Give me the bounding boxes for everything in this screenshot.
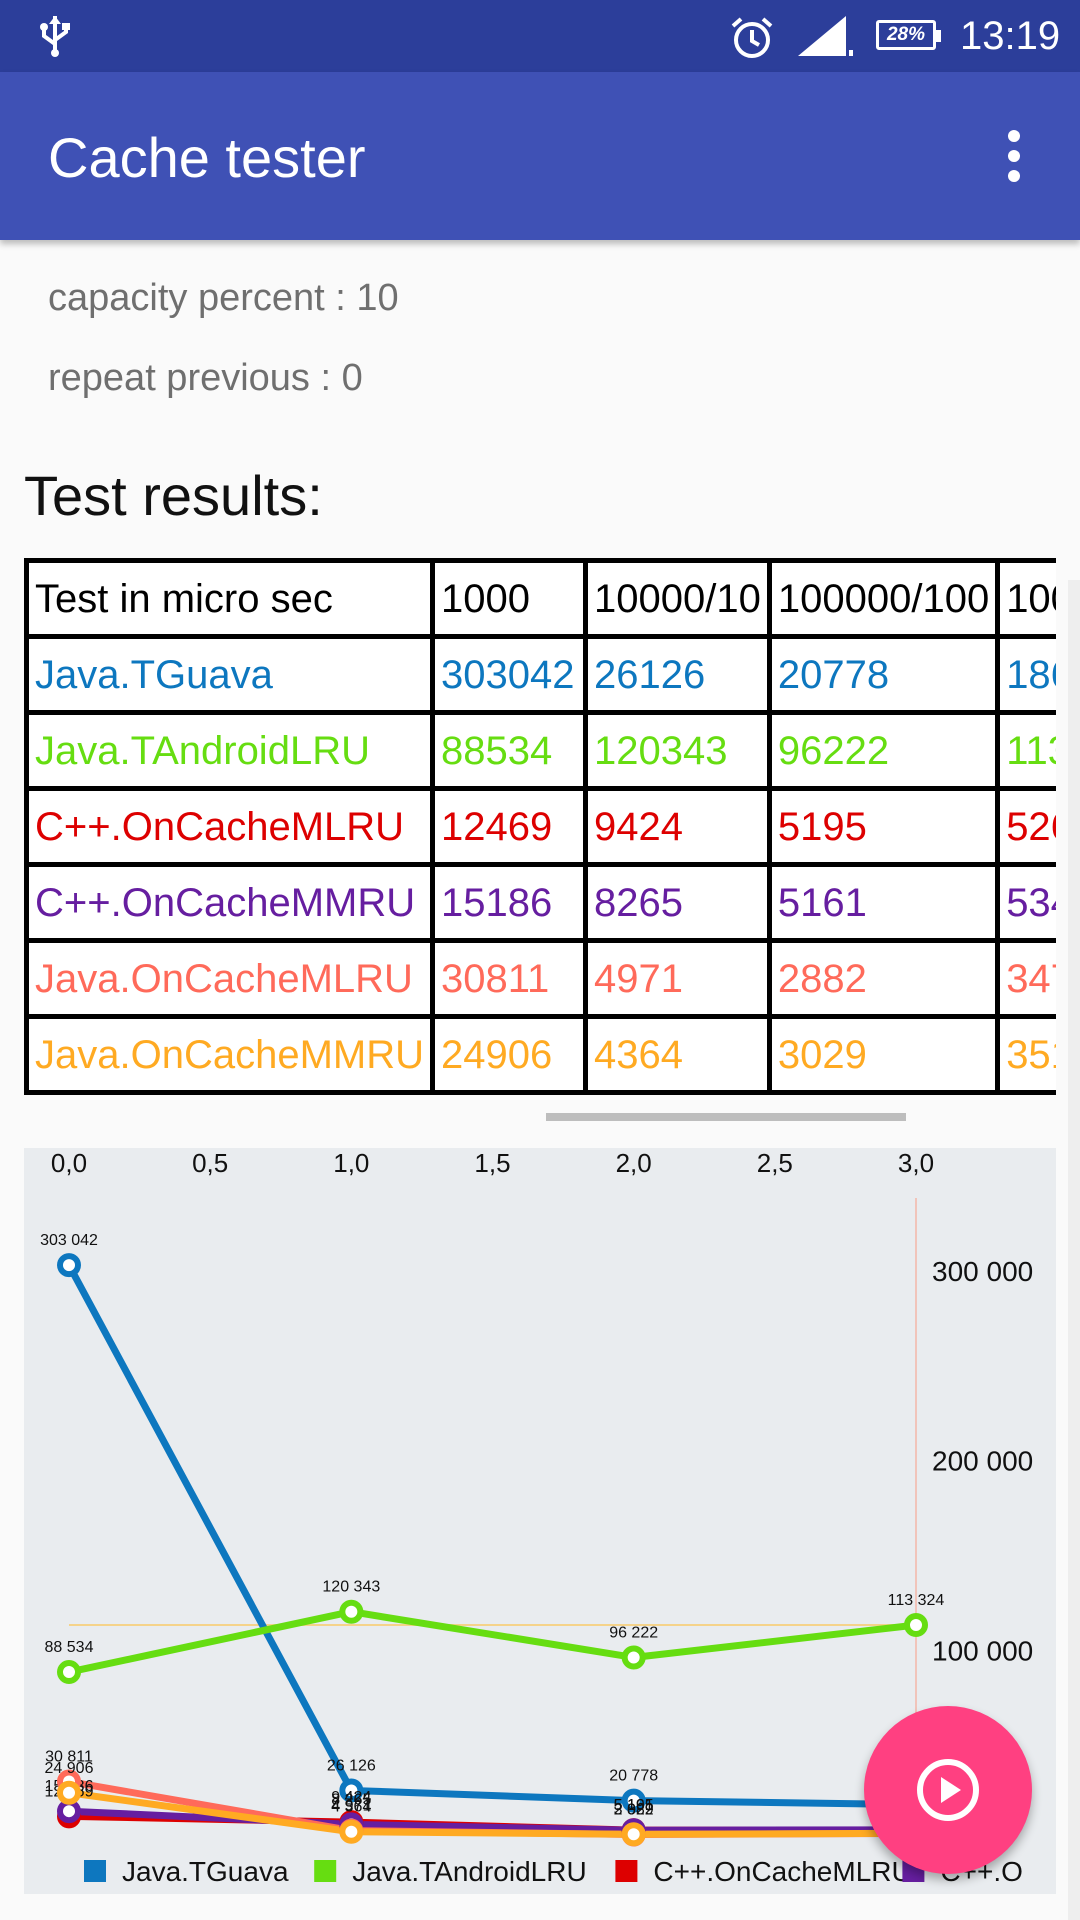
data-point — [57, 1799, 81, 1824]
table-cell: 120343 — [583, 710, 772, 791]
table-cell: 8265 — [583, 862, 772, 943]
table-row: C++.OnCacheMLRU 12469 9424 5195 5266 — [24, 786, 1056, 867]
x-tick-label: 1,0 — [333, 1148, 369, 1178]
legend-swatch — [84, 1860, 106, 1882]
table-cell: 88534 — [430, 710, 589, 791]
capacity-percent-text: capacity percent : 10 — [48, 277, 399, 319]
table-cell: 2882 — [766, 938, 1001, 1019]
table-cell-name: C++.OnCacheMLRU — [24, 786, 436, 867]
table-header-cell: 1000 — [995, 558, 1056, 639]
play-circle-icon — [917, 1759, 979, 1821]
x-tick-label: 2,5 — [757, 1148, 793, 1178]
table-cell-name: Java.OnCacheMLRU — [24, 938, 436, 1019]
data-label: 26 126 — [327, 1757, 376, 1774]
data-label: 120 343 — [322, 1579, 380, 1596]
table-cell: 1133 — [995, 710, 1056, 791]
x-tick-label: 3,0 — [898, 1148, 934, 1178]
table-cell-name: C++.OnCacheMMRU — [24, 862, 436, 943]
table-cell: 5161 — [766, 862, 1001, 943]
data-label: 24 906 — [45, 1760, 94, 1777]
data-label: 88 534 — [45, 1639, 94, 1656]
table-cell-name: Java.TGuava — [24, 634, 436, 715]
table-horizontal-scrollbar[interactable] — [546, 1113, 906, 1121]
table-row: Java.OnCacheMLRU 30811 4971 2882 3477 — [24, 938, 1056, 1019]
table-cell: 9424 — [583, 786, 772, 867]
table-cell: 24906 — [430, 1014, 589, 1095]
table-row: C++.OnCacheMMRU 15186 8265 5161 5348 — [24, 862, 1056, 943]
results-table[interactable]: Test in micro sec 1000 10000/10 100000/1… — [24, 558, 1056, 1124]
data-point — [57, 1660, 81, 1685]
usb-icon — [38, 14, 72, 63]
legend-swatch — [314, 1860, 337, 1882]
x-tick-label: 0,5 — [192, 1148, 228, 1178]
repeat-previous-text: repeat previous : 0 — [48, 357, 363, 399]
x-tick-label: 2,0 — [616, 1148, 652, 1178]
data-point — [621, 1645, 646, 1670]
table-header-cell: 100000/100 — [766, 558, 1001, 639]
table-cell: 96222 — [766, 710, 1001, 791]
data-point — [57, 1253, 81, 1278]
data-point — [339, 1819, 364, 1844]
data-label: 3 029 — [614, 1801, 654, 1818]
table-cell-name: Java.OnCacheMMRU — [24, 1014, 436, 1095]
y-tick-label: 200 000 — [932, 1446, 1033, 1477]
app-title: Cache tester — [48, 126, 366, 189]
run-test-button[interactable] — [864, 1706, 1032, 1874]
overflow-menu-icon[interactable] — [988, 124, 1040, 188]
table-cell: 5266 — [995, 786, 1056, 867]
table-row: Java.TGuava 303042 26126 20778 1865 — [24, 634, 1056, 715]
app-bar: Cache tester — [0, 72, 1080, 240]
status-time: 13:19 — [960, 14, 1061, 58]
table-cell: 4971 — [583, 938, 772, 1019]
table-cell: 3511 — [995, 1014, 1056, 1095]
table-cell: 12469 — [430, 786, 589, 867]
data-point — [621, 1822, 646, 1847]
data-label: 96 222 — [609, 1624, 658, 1641]
table-cell: 3029 — [766, 1014, 1001, 1095]
table-cell: 5195 — [766, 786, 1001, 867]
table-cell: 30811 — [430, 938, 589, 1019]
table-row: Java.OnCacheMMRU 24906 4364 3029 3511 — [24, 1014, 1056, 1095]
results-heading: Test results: — [24, 464, 323, 527]
table-header-row: Test in micro sec 1000 10000/10 100000/1… — [24, 558, 1056, 639]
status-bar: 28% 13:19 — [0, 0, 1080, 72]
legend-entry: C++.OnCacheMLRU — [653, 1856, 911, 1887]
vertical-scrollbar-track[interactable] — [1068, 580, 1080, 1920]
data-label: 20 778 — [609, 1768, 658, 1785]
data-point — [904, 1613, 928, 1638]
table-header-cell: 10000/10 — [583, 558, 772, 639]
legend-swatch — [615, 1860, 638, 1882]
legend-entry: Java.TGuava — [122, 1856, 289, 1887]
data-label: 4 364 — [331, 1799, 371, 1816]
table-cell: 303042 — [430, 634, 589, 715]
table-cell: 15186 — [430, 862, 589, 943]
table-cell: 4364 — [583, 1014, 772, 1095]
table-cell: 20778 — [766, 634, 1001, 715]
data-point — [57, 1780, 81, 1805]
table-cell: 5348 — [995, 862, 1056, 943]
battery-icon: 28% — [876, 20, 941, 50]
signal-icon — [796, 14, 856, 63]
alarm-icon — [728, 14, 776, 67]
x-tick-label: 1,5 — [474, 1148, 510, 1178]
data-label: 113 324 — [888, 1592, 945, 1609]
table-header-cell: Test in micro sec — [24, 558, 436, 639]
legend-entry: Java.TAndroidLRU — [352, 1856, 586, 1887]
y-tick-label: 300 000 — [932, 1256, 1033, 1287]
data-point — [339, 1599, 364, 1624]
table-cell: 26126 — [583, 634, 772, 715]
table-cell: 3477 — [995, 938, 1056, 1019]
y-tick-label: 100 000 — [932, 1635, 1033, 1666]
data-label: 303 042 — [40, 1232, 98, 1249]
table-row: Java.TAndroidLRU 88534 120343 96222 1133 — [24, 710, 1056, 791]
table-cell-name: Java.TAndroidLRU — [24, 710, 436, 791]
table-cell: 1865 — [995, 634, 1056, 715]
x-tick-label: 0,0 — [51, 1148, 87, 1178]
table-header-cell: 1000 — [430, 558, 589, 639]
